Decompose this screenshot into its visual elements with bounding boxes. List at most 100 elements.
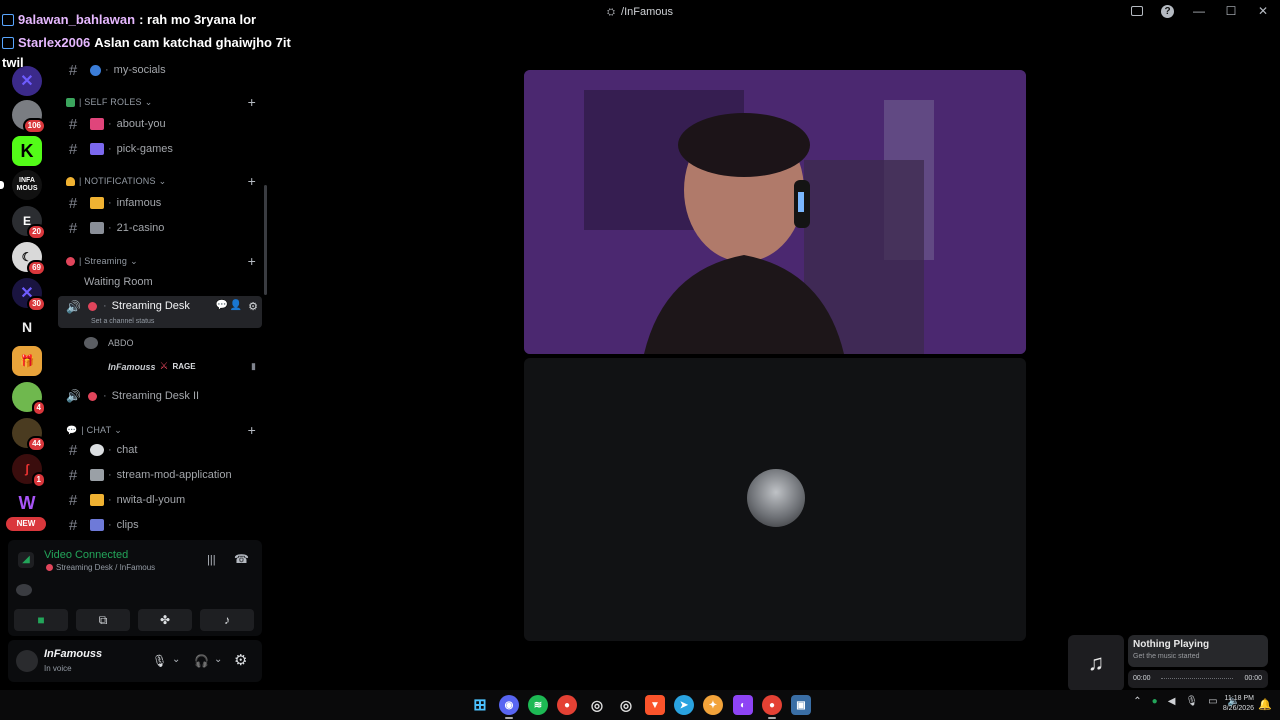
category-label: | CHAT [81, 425, 112, 435]
system-clock[interactable]: 11:18 PM 8/26/2026 [1208, 694, 1254, 714]
speaker-icon: 🔊 [66, 300, 81, 314]
signal-icon[interactable]: ◢ [18, 552, 34, 568]
voice-user[interactable]: InFamouss ⚔ RAGE ▮ [108, 361, 258, 372]
server-n-icon[interactable]: N [12, 312, 42, 342]
voice-status-subtitle[interactable]: Streaming Desk / InFamous [46, 563, 155, 572]
microphone-icon[interactable]: 🎙 [152, 654, 167, 668]
channel-status[interactable]: Set a channel status [91, 318, 154, 325]
server-kick-icon[interactable]: K [12, 136, 42, 166]
live-dot-icon [88, 302, 97, 311]
soundboard-button[interactable]: ♪ [200, 609, 254, 631]
crown-icon [90, 494, 104, 506]
help-icon[interactable]: ? [1161, 4, 1174, 18]
server-x-icon[interactable]: ✕ [12, 66, 42, 96]
channel-pick-games[interactable]: # · pick-games [58, 138, 262, 160]
music-card[interactable]: Nothing Playing Get the music started [1128, 635, 1268, 667]
channel-label: 21-casino [116, 222, 165, 234]
participant-avatar [747, 469, 805, 527]
category-chat[interactable]: 💬 | CHAT ⌄ + [66, 422, 262, 438]
gear-icon[interactable]: ⚙ [234, 651, 247, 669]
music-art[interactable]: ♫ [1068, 635, 1124, 691]
server-avatar[interactable]: ☾ 69 [12, 242, 46, 276]
minimize-button[interactable]: — [1192, 4, 1206, 18]
server-avatar[interactable]: 🎁 [12, 346, 42, 376]
sidebar-scrollbar[interactable] [264, 185, 267, 295]
notification-bell-icon[interactable]: 🔔 [1258, 698, 1272, 711]
add-channel-icon[interactable]: + [248, 422, 256, 438]
channel-streaming-desk[interactable]: 🔊 · Streaming Desk 💬 👤 ⚙ Set a channel s… [58, 296, 262, 328]
server-avatar[interactable]: 4 [12, 382, 46, 416]
noise-suppression-icon[interactable]: ||| [207, 554, 216, 566]
username[interactable]: InFamouss [44, 648, 102, 660]
category-self-roles[interactable]: | SELF ROLES ⌄ + [66, 94, 262, 110]
category-notifications[interactable]: | NOTIFICATIONS ⌄ + [66, 173, 262, 189]
video-tile-webcam[interactable] [524, 70, 1026, 354]
add-channel-icon[interactable]: + [248, 173, 256, 189]
channel-21-casino[interactable]: # · 21-casino [58, 217, 262, 239]
add-channel-icon[interactable]: + [248, 94, 256, 110]
category-streaming[interactable]: | Streaming ⌄ + [66, 253, 262, 269]
video-tile-avatar[interactable] [524, 358, 1026, 641]
chat-text: Aslan cam katchad ghaiwjho 7it [94, 35, 291, 50]
server-avatar[interactable]: ✕ 30 [12, 278, 46, 312]
camera-button[interactable]: ■ [14, 609, 68, 631]
telegram-icon[interactable]: ➤ [674, 695, 694, 715]
chrome-icon[interactable]: ● [762, 695, 782, 715]
brave-icon[interactable]: ▼ [645, 695, 665, 715]
screen-share-button[interactable]: ⧉ [76, 609, 130, 631]
channel-clips[interactable]: # · clips [58, 514, 262, 536]
close-button[interactable]: ✕ [1256, 4, 1270, 18]
chevron-up-icon[interactable]: ⌃ [1133, 696, 1141, 707]
stream-chat-overlay: 9alawan_bahlawan : rah mo 3ryana lor Sta… [0, 0, 330, 70]
channel-streaming-desk-2[interactable]: 🔊 · Streaming Desk II [58, 385, 262, 407]
tray-app-icon[interactable]: ● [1152, 696, 1158, 707]
channel-about-you[interactable]: # · about-you [58, 113, 262, 135]
channel-label: Streaming Desk [111, 300, 190, 312]
gear-icon[interactable]: ⚙ [248, 300, 258, 313]
disconnect-icon[interactable]: ☎ [234, 552, 249, 566]
obs-alt-icon[interactable]: ◎ [616, 695, 636, 715]
app-icon[interactable]: ◐ [733, 695, 753, 715]
chrome-icon[interactable]: ● [557, 695, 577, 715]
chat-message: twil [2, 55, 24, 70]
hash-icon: # [68, 466, 78, 484]
tray-app-icon[interactable]: ◀ [1168, 696, 1176, 707]
server-infamous[interactable]: INFA MOUS [12, 170, 42, 200]
music-track-line[interactable] [1161, 678, 1233, 679]
add-channel-icon[interactable]: + [248, 253, 256, 269]
inbox-icon[interactable] [1131, 6, 1143, 16]
chat-bubble-icon[interactable]: 💬 [216, 300, 228, 311]
spotify-icon[interactable]: ≋ [528, 695, 548, 715]
emoji-icon [90, 118, 104, 130]
server-w-icon[interactable]: W [12, 488, 42, 518]
category-label: | SELF ROLES [79, 97, 142, 107]
windows-start-icon[interactable]: ⊞ [470, 695, 490, 715]
discord-icon[interactable]: ◉ [499, 695, 519, 715]
voice-user[interactable]: ABDO [84, 337, 134, 349]
chevron-down-icon[interactable]: ⌄ [214, 654, 222, 665]
app-root: ⛭ /InFamous ? — ☐ ✕ 9alawan_bahlawan : r… [0, 0, 1280, 720]
server-avatar[interactable]: E 20 [12, 206, 46, 240]
chevron-down-icon[interactable]: ⌄ [172, 654, 180, 665]
avatar[interactable] [16, 650, 38, 672]
chat-badge-icon [2, 36, 14, 49]
server-avatar[interactable]: 44 [12, 418, 46, 452]
channel-waiting-room[interactable]: Waiting Room [58, 271, 262, 293]
channel-nwita-dl-youm[interactable]: # · nwita-dl-youm [58, 489, 262, 511]
microphone-icon[interactable]: 🎙 [1185, 696, 1198, 707]
activities-button[interactable]: ✤ [138, 609, 192, 631]
slot-machine-icon [90, 222, 104, 234]
chat-username: 9alawan_bahlawan [18, 12, 136, 27]
obs-icon[interactable]: ◎ [587, 695, 607, 715]
server-avatar[interactable]: 106 [12, 100, 46, 134]
music-progress[interactable]: 00:00 00:00 [1128, 670, 1268, 688]
channel-chat[interactable]: # · chat [58, 439, 262, 461]
server-avatar[interactable]: ʃ1 [12, 454, 46, 488]
app-icon[interactable]: ▣ [791, 695, 811, 715]
headphones-icon[interactable]: 🎧 [194, 654, 209, 668]
app-icon[interactable]: ✦ [703, 695, 723, 715]
channel-infamous[interactable]: # · infamous [58, 192, 262, 214]
channel-stream-mod-application[interactable]: # · stream-mod-application [58, 464, 262, 486]
maximize-button[interactable]: ☐ [1224, 4, 1238, 18]
invite-icon[interactable]: 👤 [230, 300, 242, 311]
